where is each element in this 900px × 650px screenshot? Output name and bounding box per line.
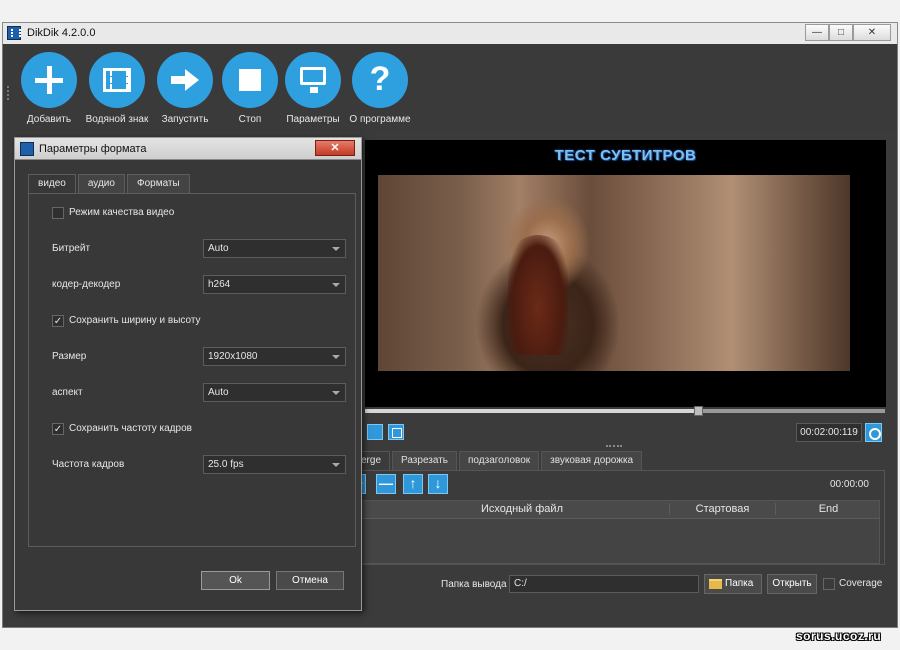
- table-header: Исходный файл Стартовая End: [353, 501, 879, 519]
- size-select[interactable]: 1920x1080: [203, 347, 346, 366]
- fps-select[interactable]: 25.0 fps: [203, 455, 346, 474]
- tab-subtitle[interactable]: подзаголовок: [459, 451, 540, 471]
- about-button[interactable]: ? О программе: [340, 52, 420, 125]
- play-stop-icon[interactable]: [367, 424, 383, 440]
- quality-mode-label: Режим качества видео: [69, 207, 175, 218]
- dialog-title: Параметры формата: [39, 143, 147, 155]
- subtitle-overlay: ТЕСТ СУБТИТРОВ: [554, 147, 697, 164]
- ok-button[interactable]: Ok: [201, 571, 270, 590]
- coverage-checkbox[interactable]: [823, 578, 835, 590]
- dialog-title-bar: Параметры формата ✕: [15, 138, 361, 160]
- file-table[interactable]: Исходный файл Стартовая End: [352, 500, 880, 564]
- aspect-label: аспект: [52, 387, 83, 398]
- dialog-tabs: видео аудио Форматы: [28, 174, 192, 194]
- keep-size-checkbox[interactable]: ✓: [52, 315, 64, 327]
- window-controls: — □ ✕: [805, 24, 891, 41]
- seek-bar[interactable]: [365, 406, 885, 416]
- video-frame-image: [378, 175, 850, 371]
- watermark-circle: [89, 52, 145, 108]
- about-circle: ?: [352, 52, 408, 108]
- question-icon: ?: [369, 60, 391, 98]
- browse-folder-button[interactable]: Папка: [704, 574, 762, 594]
- codec-label: кодер-декодер: [52, 279, 121, 290]
- bitrate-select[interactable]: Auto: [203, 239, 346, 258]
- film-icon: [103, 68, 131, 92]
- time-display: 00:02:00:119: [796, 423, 862, 442]
- column-source-file[interactable]: Исходный файл: [375, 503, 669, 515]
- remove-item-button[interactable]: —: [376, 474, 396, 494]
- fps-label: Частота кадров: [52, 459, 125, 470]
- tab-audio-track[interactable]: звуковая дорожка: [541, 451, 643, 471]
- bitrate-label: Битрейт: [52, 243, 91, 254]
- title-bar: DikDik 4.2.0.0 — □ ✕: [2, 22, 898, 44]
- minimize-button[interactable]: —: [805, 24, 829, 41]
- seek-progress: [365, 409, 698, 413]
- keep-fps-label: Сохранить частоту кадров: [69, 423, 192, 434]
- tab-video[interactable]: видео: [28, 174, 76, 194]
- move-up-button[interactable]: ↑: [403, 474, 423, 494]
- stop-circle: [222, 52, 278, 108]
- site-watermark: sorus.ucoz.ru: [796, 629, 882, 643]
- editor-tabs: erge Разрезать подзаголовок звуковая дор…: [352, 451, 644, 471]
- size-label: Размер: [52, 351, 87, 362]
- output-folder-label: Папка вывода: [441, 579, 507, 590]
- tab-formats[interactable]: Форматы: [126, 174, 190, 194]
- move-down-button[interactable]: ↓: [428, 474, 448, 494]
- fullscreen-icon[interactable]: [388, 424, 404, 440]
- quality-mode-checkbox[interactable]: [52, 207, 64, 219]
- keep-fps-checkbox[interactable]: ✓: [52, 423, 64, 435]
- app-logo-icon: [7, 26, 21, 40]
- app-logo-icon: [20, 142, 34, 156]
- format-settings-dialog: Параметры формата ✕ видео аудио Форматы …: [14, 137, 362, 611]
- monitor-icon: [300, 67, 326, 93]
- open-folder-button[interactable]: Открыть: [767, 574, 817, 594]
- browse-folder-label: Папка: [725, 578, 754, 589]
- tab-cut[interactable]: Разрезать: [392, 451, 458, 471]
- column-end[interactable]: End: [775, 503, 881, 515]
- about-label: О программе: [349, 114, 411, 125]
- clock-icon[interactable]: [865, 423, 882, 442]
- coverage-label: Coverage: [839, 578, 883, 589]
- close-button[interactable]: ✕: [853, 24, 891, 41]
- settings-circle: [285, 52, 341, 108]
- tab-audio[interactable]: аудио: [77, 174, 125, 194]
- codec-select[interactable]: h264: [203, 275, 346, 294]
- folder-icon: [709, 579, 722, 589]
- keep-size-label: Сохранить ширину и высоту: [69, 315, 201, 326]
- splitter-handle[interactable]: [606, 445, 622, 448]
- cancel-button[interactable]: Отмена: [276, 571, 344, 590]
- screenshot-page: DikDik 4.2.0.0 — □ ✕ Добавить Водяной зн…: [0, 0, 900, 650]
- total-duration: 00:00:00: [830, 479, 869, 490]
- start-circle: [157, 52, 213, 108]
- column-start[interactable]: Стартовая: [669, 503, 775, 515]
- video-preview: ТЕСТ СУБТИТРОВ: [365, 140, 886, 407]
- window-title: DikDik 4.2.0.0: [27, 27, 96, 39]
- output-path-input[interactable]: C:/: [509, 575, 699, 593]
- plus-icon: [21, 52, 77, 108]
- dialog-close-button[interactable]: ✕: [315, 140, 355, 156]
- maximize-button[interactable]: □: [829, 24, 853, 41]
- video-settings-panel: Режим качества видео Битрейт Auto кодер-…: [28, 193, 356, 547]
- stop-icon: [239, 69, 261, 91]
- seek-thumb[interactable]: [693, 406, 703, 416]
- aspect-select[interactable]: Auto: [203, 383, 346, 402]
